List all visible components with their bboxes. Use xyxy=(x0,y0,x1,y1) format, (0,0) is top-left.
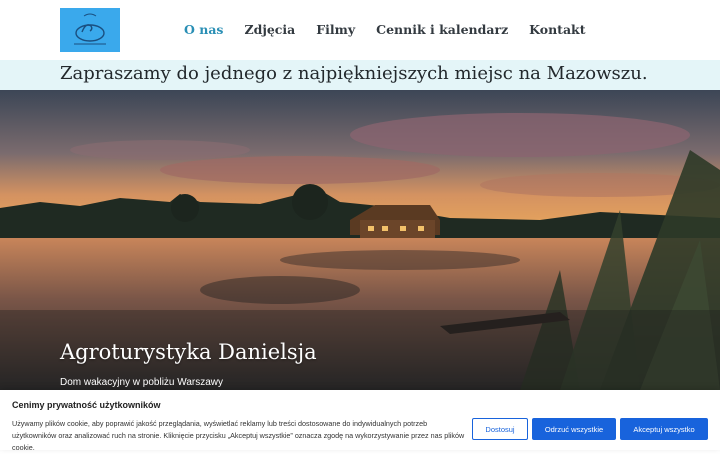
tagline-band: Zapraszamy do jednego z najpiękniejszych… xyxy=(0,60,720,90)
nav-item-cennik-i-kalendarz[interactable]: Cennik i kalendarz xyxy=(376,22,508,37)
accept-all-cookies-button[interactable]: Akceptuj wszystko xyxy=(620,418,708,440)
site-header: O nas Zdjęcia Filmy Cennik i kalendarz K… xyxy=(0,0,720,60)
nav-item-kontakt[interactable]: Kontakt xyxy=(529,22,585,37)
hero-title: Agroturystyka Danielsja xyxy=(60,340,317,364)
nav-item-o-nas[interactable]: O nas xyxy=(184,22,223,37)
cookie-banner-text: Używamy plików cookie, aby poprawić jako… xyxy=(12,419,465,452)
hero-subtitle: Dom wakacyjny w pobliżu Warszawy xyxy=(60,377,224,388)
cookie-consent-banner: Cenimy prywatność użytkowników Używamy p… xyxy=(0,390,720,452)
nav-item-filmy[interactable]: Filmy xyxy=(316,22,355,37)
nav-item-zdjecia[interactable]: Zdjęcia xyxy=(244,22,295,37)
cookie-banner-title: Cenimy prywatność użytkowników xyxy=(12,400,161,410)
reject-all-cookies-button[interactable]: Odrzuć wszystkie xyxy=(532,418,616,440)
main-nav: O nas Zdjęcia Filmy Cennik i kalendarz K… xyxy=(184,22,607,37)
hero-section: Agroturystyka Danielsja Dom wakacyjny w … xyxy=(0,90,720,390)
customize-cookies-button[interactable]: Dostosuj xyxy=(472,418,528,440)
tagline: Zapraszamy do jednego z najpiękniejszych… xyxy=(60,63,648,84)
swan-logo-icon[interactable] xyxy=(60,8,120,52)
